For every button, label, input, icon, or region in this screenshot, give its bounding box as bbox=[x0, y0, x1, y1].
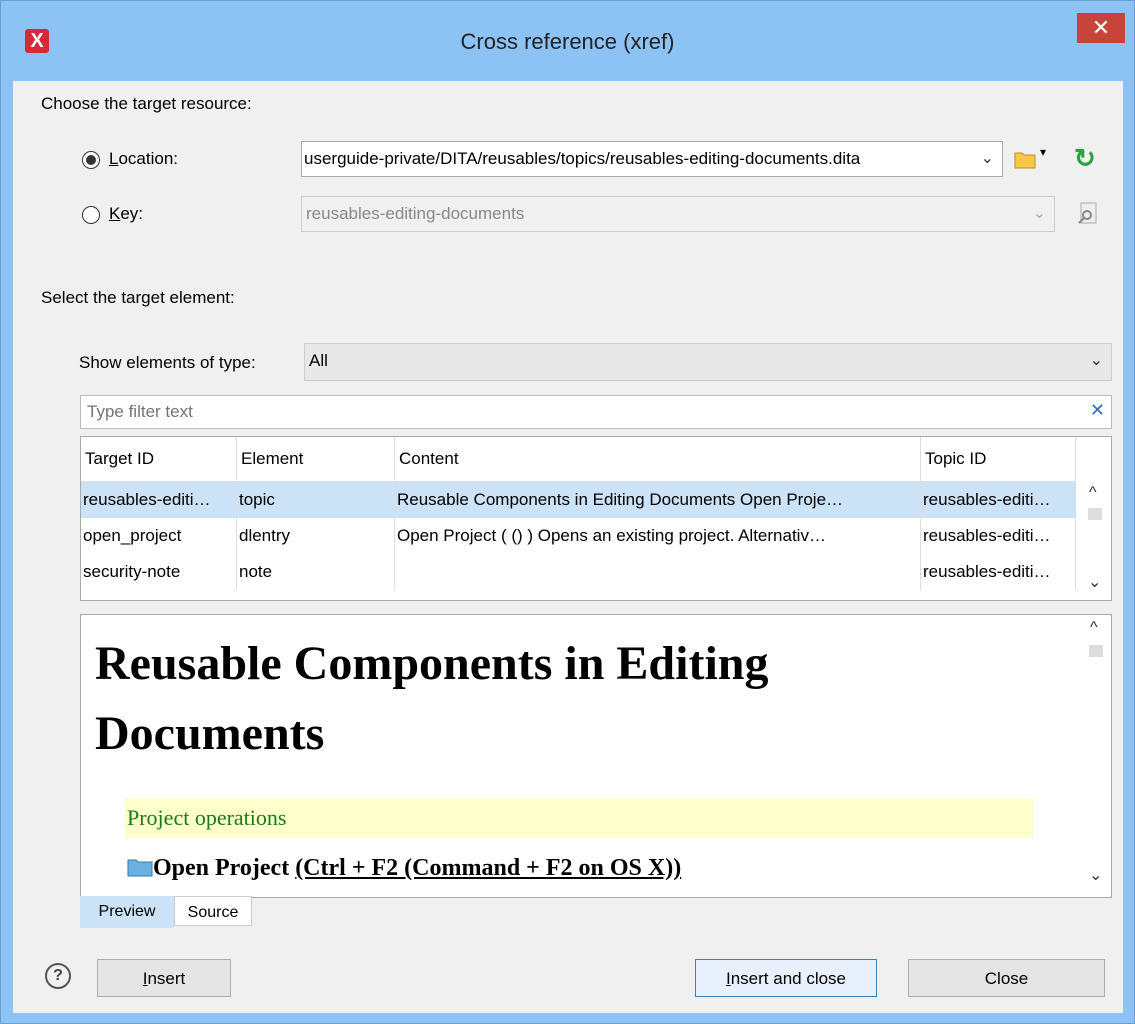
dialog-title: Cross reference (xref) bbox=[460, 29, 675, 54]
insert-and-close-button[interactable]: Insert and close bbox=[695, 959, 877, 997]
column-header-content[interactable]: Content bbox=[395, 437, 921, 481]
preview-scrollbar[interactable]: ^ ⌄ bbox=[1083, 615, 1109, 895]
location-combo[interactable]: userguide-private/DITA/reusables/topics/… bbox=[301, 141, 1003, 177]
filter-field[interactable]: ✕ bbox=[80, 395, 1112, 429]
preview-heading-line1: Reusable Components in Editing bbox=[95, 637, 769, 690]
cell-topic-id: reusables-editi… bbox=[921, 482, 1076, 518]
table-row[interactable]: reusables-editi… topic Reusable Componen… bbox=[81, 482, 1076, 518]
tab-source[interactable]: Source bbox=[174, 896, 252, 926]
table-row[interactable]: security-note note reusables-editi… bbox=[81, 554, 1076, 590]
column-header-topic-id[interactable]: Topic ID bbox=[921, 437, 1076, 481]
item-title-text: Open Project bbox=[153, 855, 290, 881]
scroll-thumb[interactable] bbox=[1088, 508, 1102, 520]
table-row[interactable]: open_project dlentry Open Project ( () )… bbox=[81, 518, 1076, 554]
filter-input[interactable] bbox=[85, 401, 1069, 423]
cell-element: dlentry bbox=[237, 518, 395, 554]
key-combo[interactable]: reusables-editing-documents ⌄ bbox=[301, 196, 1055, 232]
insert-button[interactable]: Insert bbox=[97, 959, 231, 997]
target-element-label: Select the target element: bbox=[41, 288, 235, 307]
key-label: Key: bbox=[109, 204, 144, 223]
insert-close-label: nsert and close bbox=[730, 969, 847, 988]
location-radio[interactable] bbox=[82, 151, 100, 169]
cell-target-id: reusables-editi… bbox=[81, 482, 237, 518]
chevron-down-icon[interactable]: ⌄ bbox=[981, 148, 994, 168]
tab-preview[interactable]: Preview bbox=[80, 896, 174, 928]
preview-heading: Reusable Components in Editing Documents bbox=[95, 629, 768, 769]
dialog-window: X Cross reference (xref) ✕ Choose the ta… bbox=[0, 0, 1135, 1024]
chevron-down-icon[interactable]: ⌄ bbox=[1033, 203, 1046, 223]
target-table: Target ID Element Content Topic ID reusa… bbox=[80, 436, 1112, 601]
help-icon[interactable]: ? bbox=[45, 963, 71, 989]
column-header-element[interactable]: Element bbox=[237, 437, 395, 481]
key-search-icon[interactable] bbox=[1075, 201, 1099, 232]
cell-target-id: security-note bbox=[81, 554, 237, 590]
key-radio[interactable] bbox=[82, 206, 100, 224]
preview-pane: Reusable Components in Editing Documents… bbox=[80, 614, 1112, 898]
scroll-down-icon[interactable]: ⌄ bbox=[1088, 572, 1101, 592]
show-type-label: Show elements of type: bbox=[79, 353, 256, 372]
column-header-target-id[interactable]: Target ID bbox=[81, 437, 237, 481]
clear-filter-icon[interactable]: ✕ bbox=[1090, 400, 1105, 421]
folder-browse-icon[interactable] bbox=[1014, 149, 1036, 174]
close-button[interactable]: Close bbox=[908, 959, 1105, 997]
cell-element: topic bbox=[237, 482, 395, 518]
element-type-value: All bbox=[309, 351, 328, 370]
cell-element: note bbox=[237, 554, 395, 590]
scroll-up-icon[interactable]: ^ bbox=[1090, 619, 1098, 637]
preview-item-title: Open Project (Ctrl + F2 (Command + F2 on… bbox=[127, 855, 681, 882]
location-label: Location: bbox=[109, 149, 179, 168]
shortcut-link[interactable]: (Ctrl + F2 (Command + F2 on OS X)) bbox=[295, 855, 681, 881]
scroll-down-icon[interactable]: ⌄ bbox=[1089, 865, 1102, 885]
cell-topic-id: reusables-editi… bbox=[921, 518, 1076, 554]
reload-icon[interactable]: ↻ bbox=[1074, 143, 1096, 174]
element-type-select[interactable]: All ⌄ bbox=[304, 343, 1112, 381]
scroll-thumb[interactable] bbox=[1089, 645, 1103, 657]
target-resource-label: Choose the target resource: bbox=[41, 94, 252, 113]
folder-icon bbox=[127, 859, 153, 877]
chevron-down-icon[interactable]: ⌄ bbox=[1090, 350, 1103, 370]
cell-content: Open Project ( () ) Opens an existing pr… bbox=[395, 518, 921, 554]
key-input[interactable]: reusables-editing-documents bbox=[306, 204, 524, 224]
dialog-body: Choose the target resource: Location: us… bbox=[13, 81, 1123, 1013]
table-scrollbar[interactable]: ^ ⌄ bbox=[1081, 482, 1109, 598]
scroll-up-icon[interactable]: ^ bbox=[1089, 484, 1097, 502]
cell-topic-id: reusables-editi… bbox=[921, 554, 1076, 590]
preview-heading-line2: Documents bbox=[95, 707, 325, 760]
cell-content: Reusable Components in Editing Documents… bbox=[395, 482, 921, 518]
radio-selected-dot bbox=[86, 155, 96, 165]
title-bar: X Cross reference (xref) ✕ bbox=[1, 1, 1134, 81]
browse-dropdown-icon[interactable]: ▾ bbox=[1040, 145, 1046, 159]
cell-content bbox=[395, 554, 921, 590]
section-title: Project operations bbox=[125, 798, 1033, 838]
location-label-text: ocation: bbox=[118, 149, 179, 168]
close-window-button[interactable]: ✕ bbox=[1077, 13, 1125, 43]
key-label-text: ey: bbox=[120, 204, 144, 223]
insert-label: nsert bbox=[147, 969, 186, 988]
cell-target-id: open_project bbox=[81, 518, 237, 554]
location-input[interactable]: userguide-private/DITA/reusables/topics/… bbox=[304, 149, 964, 169]
